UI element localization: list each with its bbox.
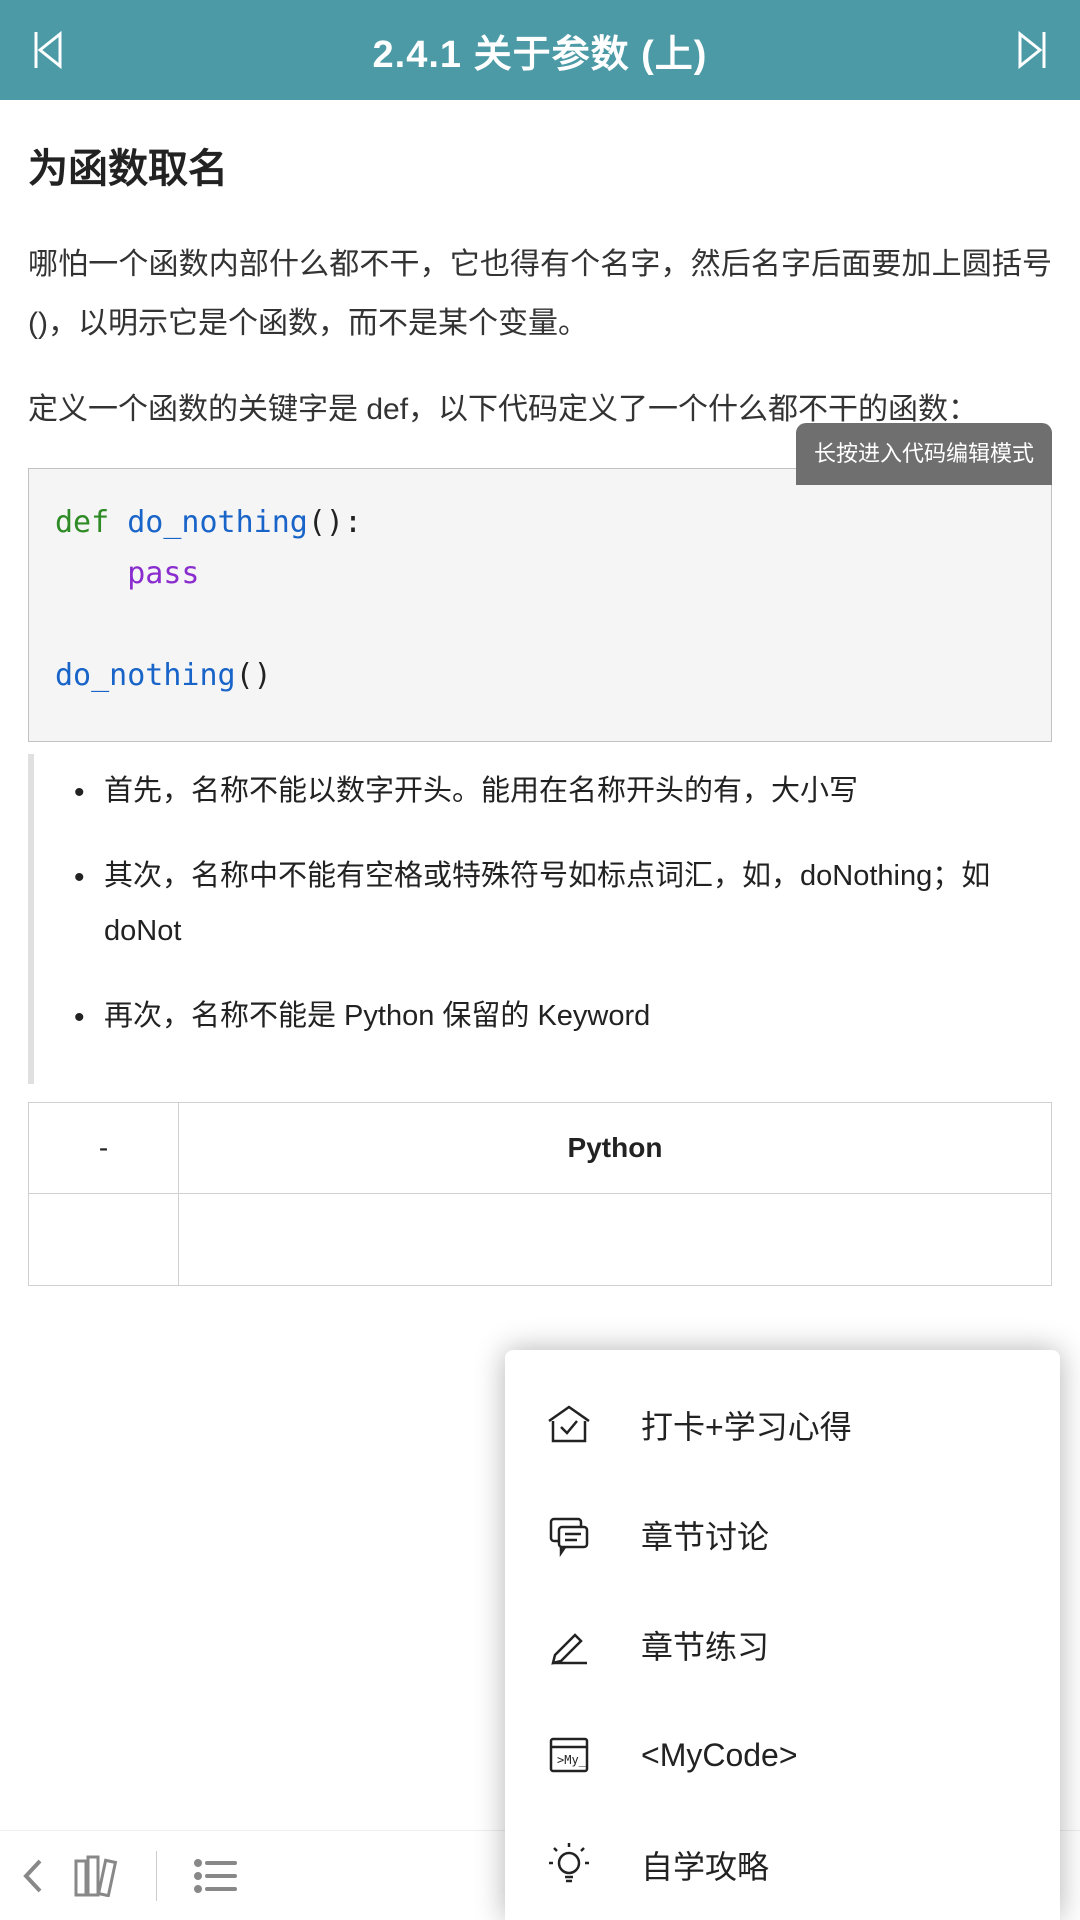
table-row <box>179 1194 1052 1286</box>
content-area: 为函数取名 哪怕一个函数内部什么都不干，它也得有个名字，然后名字后面要加上圆括号… <box>0 100 1080 1286</box>
svg-text:>My_: >My_ <box>557 1753 587 1767</box>
code-keyword-pass: pass <box>127 556 199 591</box>
page-title: 2.4.1 关于参数 (上) <box>373 23 708 78</box>
paragraph-1: 哪怕一个函数内部什么都不干，它也得有个名字，然后名字后面要加上圆括号 ()，以明… <box>28 236 1052 353</box>
code-parens-call: () <box>236 658 272 693</box>
table-row <box>29 1194 179 1286</box>
popup-item-label: 打卡+学习心得 <box>641 1402 852 1448</box>
list-item: 再次，名称不能是 Python 保留的 Keyword <box>74 989 1052 1044</box>
code-window-icon: >My_ <box>545 1731 593 1779</box>
list-item: 其次，名称中不能有空格或特殊符号如标点词汇，如，doNothing；如 doNo… <box>74 849 1052 959</box>
popup-item-label: 章节练习 <box>641 1622 769 1668</box>
code-edit-hint: 长按进入代码编辑模式 <box>796 423 1052 486</box>
code-parens-def: (): <box>308 505 362 540</box>
header: 2.4.1 关于参数 (上) <box>0 0 1080 100</box>
code-keyword-def: def <box>55 505 109 540</box>
section-title: 为函数取名 <box>28 130 1052 208</box>
checkin-icon <box>545 1401 593 1449</box>
popup-item-discussion[interactable]: 章节讨论 <box>505 1480 1060 1590</box>
prev-chapter-icon[interactable] <box>32 30 64 70</box>
code-fn-name-call: do_nothing <box>55 658 236 693</box>
code-fn-name-def: do_nothing <box>109 505 308 540</box>
popup-item-mycode[interactable]: >My_ <MyCode> <box>505 1700 1060 1810</box>
comment-icon <box>545 1511 593 1559</box>
popup-item-exercise[interactable]: 章节练习 <box>505 1590 1060 1700</box>
popup-item-label: <MyCode> <box>641 1737 798 1774</box>
table-header-blank: - <box>29 1102 179 1194</box>
rules-block: 首先，名称不能以数字开头。能用在名称开头的有，大小写 其次，名称中不能有空格或特… <box>28 754 1052 1084</box>
list-item: 首先，名称不能以数字开头。能用在名称开头的有，大小写 <box>74 764 1052 819</box>
table-header-python: Python <box>179 1102 1052 1194</box>
code-block-wrapper: 长按进入代码编辑模式 def do_nothing(): pass do_not… <box>28 468 1052 742</box>
lightbulb-icon <box>545 1841 593 1889</box>
divider <box>156 1851 157 1901</box>
toc-icon[interactable] <box>193 1858 237 1894</box>
popup-item-selfstudy[interactable]: 自学攻略 <box>505 1810 1060 1920</box>
code-indent <box>55 556 127 591</box>
code-block[interactable]: def do_nothing(): pass do_nothing() <box>28 468 1052 742</box>
back-icon[interactable] <box>20 1857 44 1895</box>
popup-item-label: 章节讨论 <box>641 1512 769 1558</box>
actions-popup: 打卡+学习心得 章节讨论 章节练习 >My_ <box>505 1350 1060 1920</box>
library-icon[interactable] <box>74 1855 120 1897</box>
pencil-icon <box>545 1621 593 1669</box>
next-chapter-icon[interactable] <box>1016 30 1048 70</box>
keyword-table: - Python <box>28 1102 1052 1286</box>
popup-item-label: 自学攻略 <box>641 1842 769 1888</box>
popup-item-checkin[interactable]: 打卡+学习心得 <box>505 1370 1060 1480</box>
